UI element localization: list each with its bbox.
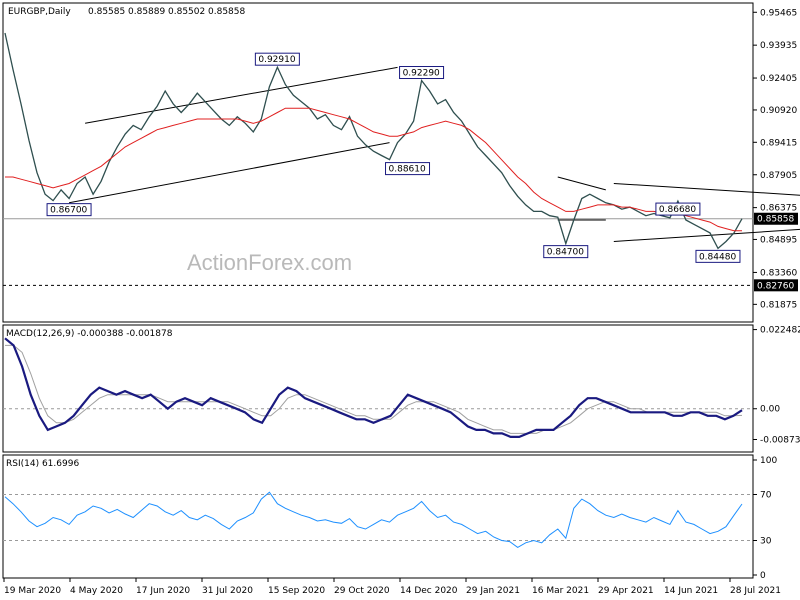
x-tick-label-6: 14 Dec 2020 xyxy=(400,586,458,596)
rsi-tick-label-3: 0 xyxy=(760,571,766,581)
price-tick-label-1: 0.93935 xyxy=(760,41,797,51)
support-tag: 0.82760 xyxy=(754,279,798,292)
rsi-line xyxy=(4,491,743,548)
price-annotations: 0.92910 0.92290 0.88610 0.86700 0.84700 0.866… xyxy=(46,52,741,263)
rsi-panel-frame xyxy=(2,454,754,579)
rsi-tick-label-1: 70 xyxy=(760,491,772,501)
x-axis: 19 Mar 2020 4 May 2020 17 Jun 2020 31 Jul 2… xyxy=(3,578,781,596)
trendline-1 xyxy=(68,142,390,204)
price-axis: 0.95465 0.93935 0.92405 0.90920 0.89415 0.879… xyxy=(753,8,797,310)
ohlc-close: 0.85858 xyxy=(208,7,245,17)
x-tick-label-3: 31 Jul 2020 xyxy=(202,586,253,596)
watermark: ActionForex.com xyxy=(187,250,352,275)
price-tick-label-5: 0.87905 xyxy=(760,171,797,181)
last-price-label: 0.85858 xyxy=(757,215,794,225)
price-tick-label-4: 0.89415 xyxy=(760,138,797,148)
price-tick-label-3: 0.90920 xyxy=(760,106,797,116)
moving-average-line xyxy=(5,107,742,232)
rsi-tick-label-2: 30 xyxy=(760,537,772,547)
price-tick-label-8: 0.83360 xyxy=(760,268,797,278)
support-level-label: 0.82760 xyxy=(757,281,794,291)
macd-line xyxy=(4,337,743,438)
macd-tick-label-1: 0.00 xyxy=(760,405,780,415)
price-title: EURGBP,Daily xyxy=(8,7,71,17)
x-tick-label-4: 15 Sep 2020 xyxy=(268,586,325,596)
rsi-axis: 100 70 30 0 xyxy=(753,456,777,581)
x-tick-label-1: 4 May 2020 xyxy=(70,586,123,596)
x-tick-label-0: 19 Mar 2020 xyxy=(4,586,61,596)
annotation-label-0: 0.92910 xyxy=(258,55,295,65)
x-tick-label-5: 29 Oct 2020 xyxy=(334,586,390,596)
price-panel-frame xyxy=(2,2,754,323)
x-tick-label-2: 17 Jun 2020 xyxy=(136,586,190,596)
trendline-4 xyxy=(557,176,606,191)
macd-panel-frame xyxy=(2,324,754,453)
x-tick-label-8: 16 Mar 2021 xyxy=(532,586,589,596)
annotation-label-3: 0.86700 xyxy=(50,206,87,216)
annotation-label-2: 0.88610 xyxy=(389,165,426,175)
macd-title: MACD(12,26,9) -0.000388 -0.001878 xyxy=(6,329,173,339)
price-tick-label-2: 0.92405 xyxy=(760,74,797,84)
ohlc-open: 0.85585 xyxy=(88,7,125,17)
macd-axis: 0.022482 0.00 -0.008736 xyxy=(753,326,800,446)
trendline-0 xyxy=(85,66,398,124)
ohlc-low: 0.85502 xyxy=(168,7,205,17)
price-tick-label-0: 0.95465 xyxy=(760,8,797,18)
x-tick-label-7: 29 Jan 2021 xyxy=(466,586,520,596)
annotation-label-1: 0.92290 xyxy=(403,69,440,79)
trendline-2 xyxy=(613,182,800,196)
annotation-label-4: 0.84700 xyxy=(547,248,584,258)
rsi-tick-label-0: 100 xyxy=(760,456,777,466)
last-price-tag: 0.85858 xyxy=(754,212,798,225)
price-tick-label-9: 0.81875 xyxy=(760,300,797,310)
annotation-label-5: 0.86680 xyxy=(659,205,696,215)
price-tick-label-6: 0.86375 xyxy=(760,204,797,214)
ohlc-high: 0.85889 xyxy=(128,7,165,17)
rsi-title: RSI(14) 61.6996 xyxy=(6,459,79,469)
x-tick-label-10: 14 Jun 2021 xyxy=(664,586,718,596)
price-tick-label-7: 0.84895 xyxy=(760,235,797,245)
macd-signal-line xyxy=(5,344,743,434)
annotation-label-6: 0.84480 xyxy=(699,252,736,262)
x-tick-label-9: 29 Apr 2021 xyxy=(598,586,654,596)
macd-tick-label-0: 0.022482 xyxy=(760,326,800,336)
price-series-line xyxy=(4,32,743,250)
chart-canvas: ActionForex.com 0.954650.939350.924050.9… xyxy=(2,2,800,596)
x-tick-label-11: 28 Jul 2021 xyxy=(730,586,781,596)
macd-tick-label-2: -0.008736 xyxy=(760,436,800,446)
